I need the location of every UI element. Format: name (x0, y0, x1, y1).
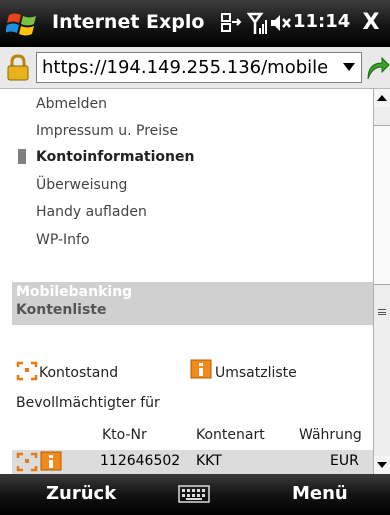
menu-item-kontoinformationen[interactable]: Kontoinformationen (36, 149, 194, 165)
softkey-bar: Zurück Menü (0, 474, 390, 515)
scroll-down-button[interactable] (374, 456, 390, 474)
back-softkey[interactable]: Zurück (46, 483, 116, 504)
column-header-waehrung: Währung (299, 427, 362, 443)
active-item-marker (18, 149, 26, 164)
chevron-down-icon[interactable] (343, 63, 355, 71)
menu-item-handy-aufladen[interactable]: Handy aufladen (36, 204, 147, 220)
info-icon[interactable] (190, 359, 212, 379)
arrow-up-icon (377, 95, 387, 101)
url-text[interactable]: https://194.149.255.136/mobile (42, 57, 327, 78)
balance-icon[interactable] (16, 452, 38, 472)
menu-item-abmelden[interactable]: Abmelden (36, 96, 107, 112)
window-title: Internet Explo (52, 11, 205, 33)
table-row (12, 450, 373, 474)
grip-icon (378, 309, 386, 315)
close-button[interactable]: X (356, 8, 386, 38)
cell-kontenart: KKT (196, 453, 222, 469)
menu-item-impressum[interactable]: Impressum u. Preise (36, 123, 178, 139)
section-header-panel: Mobilebanking Kontenliste (12, 282, 373, 325)
address-bar: https://194.149.255.136/mobile (0, 47, 390, 89)
menu-item-wp-info[interactable]: WP-Info (36, 232, 90, 248)
balance-icon[interactable] (16, 361, 38, 381)
clock: 11:14 (293, 11, 351, 32)
arrow-down-icon (377, 462, 387, 468)
url-field[interactable]: https://194.149.255.136/mobile (36, 52, 362, 83)
speaker-muted-icon (271, 15, 291, 31)
page-content: Abmelden Impressum u. Preise Kontoinform… (0, 89, 373, 474)
umsatzliste-link[interactable]: Umsatzliste (215, 365, 297, 381)
vertical-scrollbar[interactable] (373, 89, 390, 474)
info-icon[interactable] (40, 451, 62, 471)
scroll-thumb[interactable] (374, 125, 390, 285)
column-header-kto-nr: Kto-Nr (102, 427, 147, 443)
cell-waehrung: EUR (330, 453, 359, 469)
column-header-kontenart: Kontenart (196, 427, 265, 443)
signal-icon (247, 12, 267, 34)
sync-icon (221, 13, 242, 32)
menu-softkey[interactable]: Menü (292, 483, 348, 504)
title-bar: Internet Explo 11:14 X (0, 0, 390, 47)
panel-subtitle: Kontenliste (16, 302, 107, 318)
menu-item-ueberweisung[interactable]: Überweisung (36, 177, 127, 193)
scroll-up-button[interactable] (374, 89, 390, 107)
panel-title: Mobilebanking (16, 284, 133, 300)
go-arrow-icon[interactable] (364, 53, 390, 83)
windows-start-icon[interactable] (6, 9, 38, 39)
keyboard-icon[interactable] (178, 483, 210, 505)
kontostand-link[interactable]: Kontostand (39, 365, 118, 381)
lock-icon (7, 54, 29, 81)
section-label: Bevollmächtigter für (16, 395, 160, 411)
cell-kto-nr: 112646502 (100, 453, 181, 469)
